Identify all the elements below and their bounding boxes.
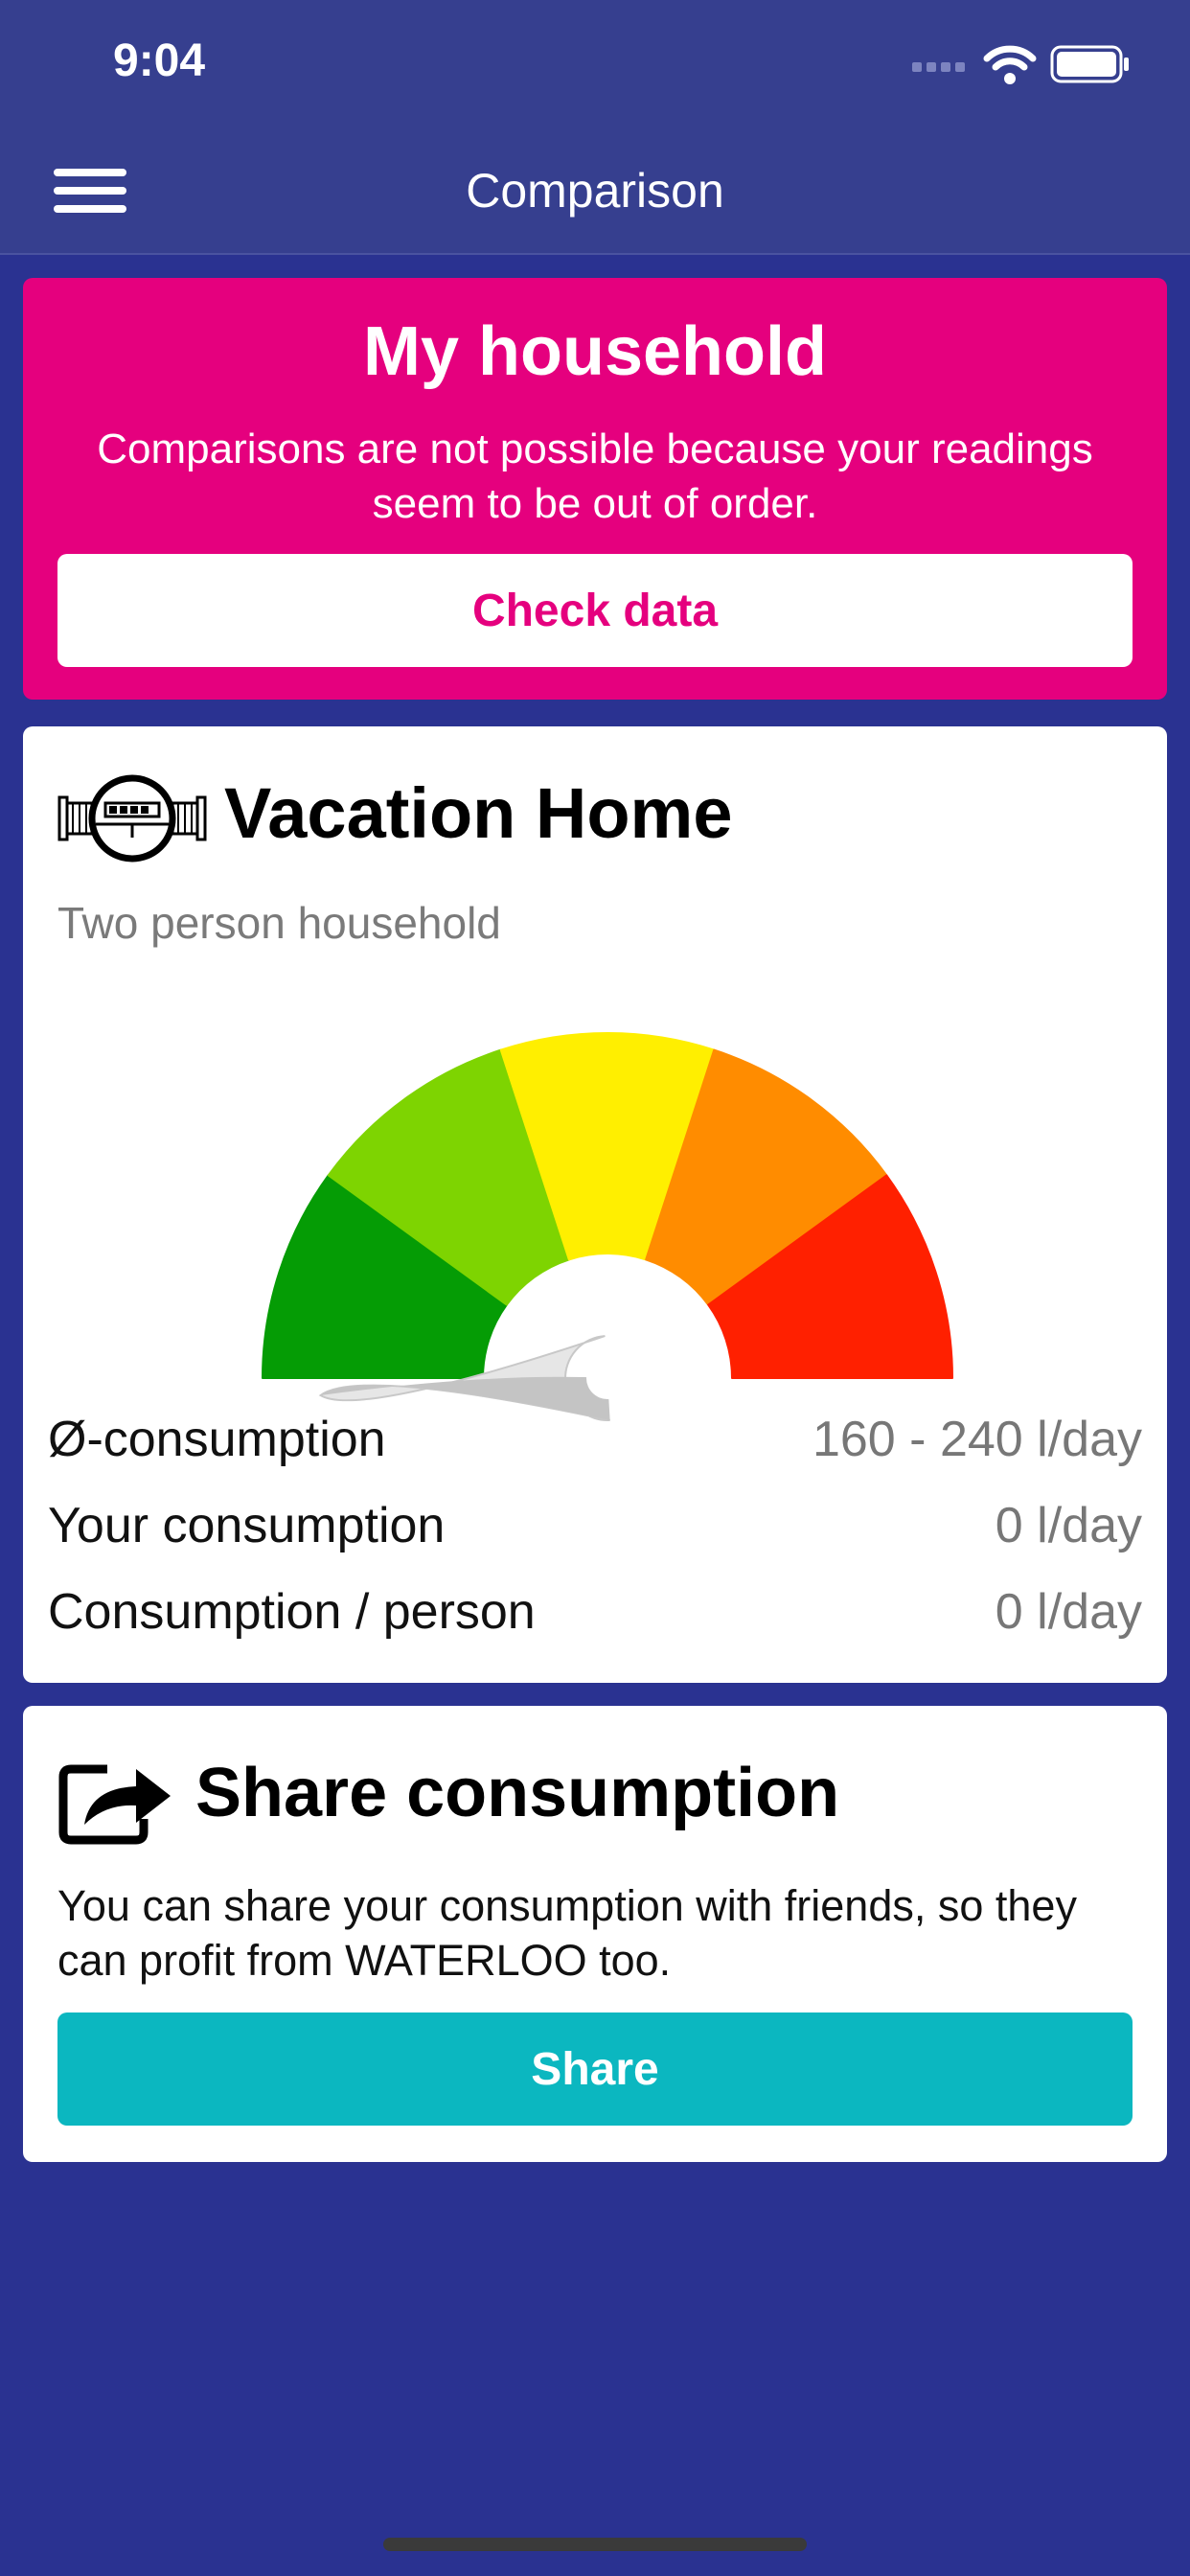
average-consumption-value: 160 - 240 l/day — [812, 1412, 1142, 1467]
consumption-per-person-row: Consumption / person 0 l/day — [48, 1583, 1142, 1641]
share-icon — [58, 1764, 171, 1845]
consumption-per-person-label: Consumption / person — [48, 1584, 536, 1640]
nav-bar: Comparison — [0, 134, 1190, 255]
share-title: Share consumption — [195, 1755, 840, 1831]
your-consumption-row: Your consumption 0 l/day — [48, 1497, 1142, 1554]
water-meter-icon — [57, 774, 207, 862]
gauge-needle-hub — [586, 1357, 629, 1399]
vacation-home-title: Vacation Home — [224, 773, 733, 853]
average-consumption-label: Ø-consumption — [48, 1412, 386, 1467]
household-title: My household — [363, 313, 827, 390]
status-bar: 9:04 — [0, 0, 1190, 134]
share-card: Share consumption You can share your con… — [23, 1706, 1167, 2162]
status-icons — [912, 40, 1131, 88]
check-data-button[interactable]: Check data — [57, 554, 1133, 667]
household-size-label: Two person household — [57, 898, 501, 948]
page-title: Comparison — [466, 164, 724, 218]
cellular-signal-icon — [912, 62, 965, 72]
share-description: You can share your consumption with frie… — [57, 1881, 1077, 1985]
household-message: Comparisons are not possible because you… — [97, 426, 1093, 527]
average-consumption-row: Ø-consumption 160 - 240 l/day — [48, 1411, 1142, 1468]
home-indicator — [383, 2538, 807, 2551]
consumption-per-person-value: 0 l/day — [995, 1584, 1142, 1640]
battery-icon — [1050, 45, 1129, 83]
your-consumption-value: 0 l/day — [995, 1498, 1142, 1553]
vacation-home-card: Vacation Home Two person household Ø-con… — [23, 726, 1167, 1683]
consumption-gauge — [262, 1032, 953, 1421]
share-button[interactable]: Share — [57, 2012, 1133, 2126]
household-card: My household Comparisons are not possibl… — [23, 278, 1167, 700]
wifi-icon — [983, 45, 1037, 84]
status-time: 9:04 — [113, 35, 206, 86]
your-consumption-label: Your consumption — [48, 1498, 446, 1553]
